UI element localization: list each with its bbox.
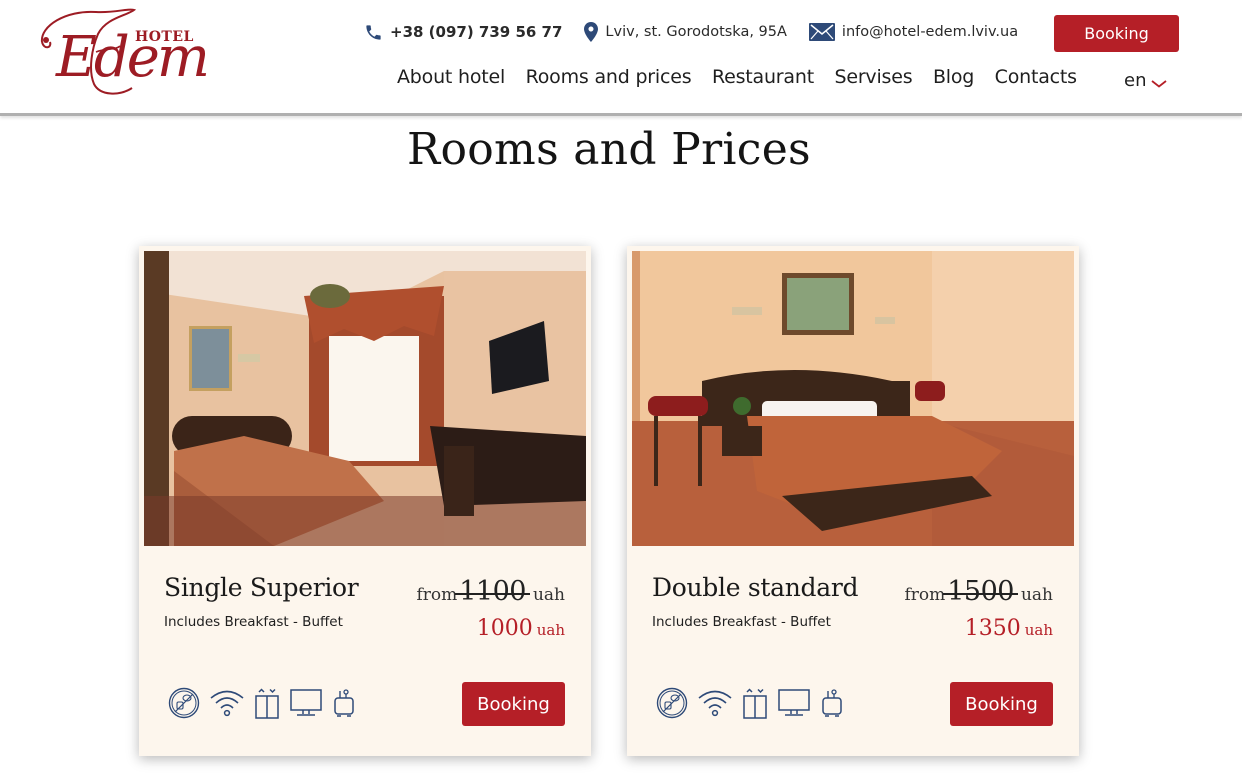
price-currency: uah bbox=[1020, 585, 1053, 605]
map-pin-icon bbox=[584, 22, 599, 42]
room-subtitle: Includes Breakfast - Buffet bbox=[164, 614, 343, 630]
kettle-icon bbox=[820, 686, 844, 720]
new-price: 1350 uah bbox=[965, 616, 1053, 641]
room-booking-button[interactable]: Booking bbox=[950, 682, 1053, 726]
nav-rooms-and-prices[interactable]: Rooms and prices bbox=[526, 66, 692, 88]
phone-icon bbox=[364, 23, 383, 42]
room-subtitle: Includes Breakfast - Buffet bbox=[652, 614, 831, 630]
language-label: en bbox=[1124, 70, 1147, 91]
elevator-icon bbox=[254, 687, 280, 719]
language-selector[interactable]: en bbox=[1124, 68, 1168, 93]
logo-edem-text: Edem bbox=[56, 25, 210, 90]
envelope-icon bbox=[808, 23, 835, 41]
nav-about-hotel[interactable]: About hotel bbox=[397, 66, 505, 88]
price-currency: uah bbox=[532, 585, 565, 605]
contact-email[interactable]: info@hotel-edem.lviv.ua bbox=[808, 23, 1019, 41]
price-from-label: from bbox=[416, 585, 458, 605]
price-currency: uah bbox=[1024, 621, 1053, 639]
hotel-logo[interactable]: HOTEL Edem bbox=[36, 4, 210, 100]
amenities-list bbox=[168, 686, 365, 720]
amenities-list bbox=[656, 686, 853, 720]
phone-number: +38 (097) 739 56 77 bbox=[390, 23, 563, 41]
main-nav: About hotel Rooms and prices Restaurant … bbox=[397, 66, 1097, 88]
single-room-photo[interactable] bbox=[144, 251, 586, 546]
nav-services[interactable]: Servises bbox=[834, 66, 912, 88]
price-from-label: from bbox=[904, 585, 946, 605]
contact-bar: +38 (097) 739 56 77 Lviv, st. Gorodotska… bbox=[364, 22, 1040, 42]
nav-blog[interactable]: Blog bbox=[933, 66, 974, 88]
wifi-icon bbox=[697, 688, 733, 718]
double-room-photo[interactable] bbox=[632, 251, 1074, 546]
chevron-down-icon bbox=[1151, 72, 1168, 93]
price-currency: uah bbox=[536, 621, 565, 639]
breakfast-icon bbox=[168, 687, 200, 719]
room-card: Double standard Includes Breakfast - Buf… bbox=[627, 246, 1079, 756]
wifi-icon bbox=[209, 688, 245, 718]
room-card: Single Superior Includes Breakfast - Buf… bbox=[139, 246, 591, 756]
page-title: Rooms and Prices bbox=[407, 124, 811, 175]
new-price-value: 1000 bbox=[476, 616, 533, 641]
nav-restaurant[interactable]: Restaurant bbox=[712, 66, 814, 88]
old-price: from 1100 uah bbox=[416, 576, 565, 607]
room-name: Double standard bbox=[652, 573, 859, 602]
nav-contacts[interactable]: Contacts bbox=[995, 66, 1077, 88]
old-price: from 1500 uah bbox=[904, 576, 1053, 607]
new-price: 1000 uah bbox=[477, 616, 565, 641]
header-booking-button[interactable]: Booking bbox=[1054, 15, 1179, 52]
tv-icon bbox=[289, 688, 323, 718]
address-text: Lviv, st. Gorodotska, 95A bbox=[605, 24, 787, 40]
room-name: Single Superior bbox=[164, 573, 359, 602]
site-header: HOTEL Edem +38 (097) 739 56 77 Lviv, st.… bbox=[0, 0, 1242, 116]
contact-phone[interactable]: +38 (097) 739 56 77 bbox=[364, 23, 562, 42]
email-text: info@hotel-edem.lviv.ua bbox=[841, 24, 1019, 40]
old-price-value: 1100 bbox=[455, 576, 530, 607]
tv-icon bbox=[777, 688, 811, 718]
kettle-icon bbox=[332, 686, 356, 720]
old-price-value: 1500 bbox=[943, 576, 1018, 607]
new-price-value: 1350 bbox=[964, 616, 1021, 641]
contact-address[interactable]: Lviv, st. Gorodotska, 95A bbox=[584, 22, 787, 42]
elevator-icon bbox=[742, 687, 768, 719]
breakfast-icon bbox=[656, 687, 688, 719]
room-booking-button[interactable]: Booking bbox=[462, 682, 565, 726]
